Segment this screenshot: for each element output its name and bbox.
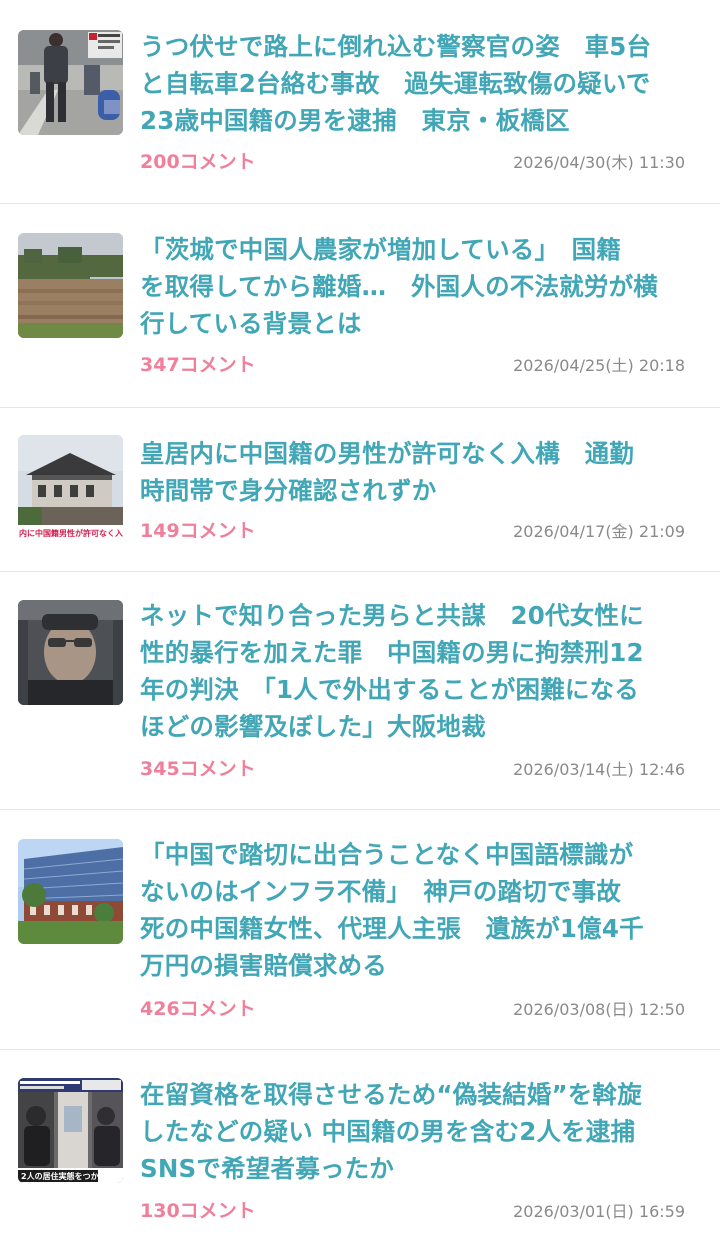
article-title[interactable]: 皇居内に中国籍の男性が許可なく入構 通勤 時間帯で身分確認されずか [140, 435, 705, 509]
comment-count[interactable]: 345コメント [140, 757, 256, 781]
thumbnail-caption: 2人の居住実態をつかんだ [21, 1171, 115, 1181]
article-title[interactable]: うつ伏せで路上に倒れ込む警察官の姿 車5台 と自転車2台絡む事故 過失運転致傷の… [140, 28, 705, 139]
article-item[interactable]: 内に中国籍男性が許可なく入 皇居内に中国籍の男性が許可なく入構 通勤 時間帯で身… [0, 408, 720, 572]
article-date: 2026/03/14(土) 12:46 [513, 760, 685, 779]
article-thumbnail[interactable] [18, 600, 123, 705]
article-item[interactable]: 2人の居住実態をつかんだ 在留資格を取得させるため“偽装結婚”を斡旋 したなどの… [0, 1050, 720, 1245]
article-item[interactable]: ネットで知り合った男らと共謀 20代女性に 性的暴行を加えた罪 中国籍の男に拘禁… [0, 572, 720, 810]
article-date: 2026/04/30(木) 11:30 [513, 153, 685, 172]
article-thumbnail[interactable]: 内に中国籍男性が許可なく入 [18, 435, 123, 540]
article-item[interactable]: 「茨城で中国人農家が増加している」 国籍 を取得してから離婚… 外国人の不法就労… [0, 204, 720, 408]
news-list-page: うつ伏せで路上に倒れ込む警察官の姿 車5台 と自転車2台絡む事故 過失運転致傷の… [0, 0, 720, 1245]
comment-count[interactable]: 149コメント [140, 519, 256, 543]
article-date: 2026/04/25(土) 20:18 [513, 356, 685, 375]
article-title[interactable]: 在留資格を取得させるため“偽装結婚”を斡旋 したなどの疑い 中国籍の男を含む2人… [140, 1076, 705, 1187]
comment-count[interactable]: 200コメント [140, 150, 256, 174]
article-thumbnail[interactable] [18, 839, 123, 944]
comment-count[interactable]: 130コメント [140, 1199, 256, 1223]
comment-count[interactable]: 347コメント [140, 353, 256, 377]
article-thumbnail[interactable]: 2人の居住実態をつかんだ [18, 1078, 123, 1183]
article-date: 2026/03/01(日) 16:59 [513, 1202, 685, 1221]
article-date: 2026/03/08(日) 12:50 [513, 1000, 685, 1019]
article-title[interactable]: ネットで知り合った男らと共謀 20代女性に 性的暴行を加えた罪 中国籍の男に拘禁… [140, 597, 705, 745]
thumbnail-caption: 内に中国籍男性が許可なく入 [19, 528, 123, 538]
article-title[interactable]: 「茨城で中国人農家が増加している」 国籍 を取得してから離婚… 外国人の不法就労… [140, 231, 705, 342]
article-item[interactable]: うつ伏せで路上に倒れ込む警察官の姿 車5台 と自転車2台絡む事故 過失運転致傷の… [0, 0, 720, 204]
article-title[interactable]: 「中国で踏切に出合うことなく中国語標識が ないのはインフラ不備」 神戸の踏切で事… [140, 836, 705, 984]
article-thumbnail[interactable] [18, 30, 123, 135]
comment-count[interactable]: 426コメント [140, 997, 256, 1021]
article-date: 2026/04/17(金) 21:09 [513, 522, 685, 541]
article-thumbnail[interactable] [18, 233, 123, 338]
article-item[interactable]: 「中国で踏切に出合うことなく中国語標識が ないのはインフラ不備」 神戸の踏切で事… [0, 810, 720, 1050]
